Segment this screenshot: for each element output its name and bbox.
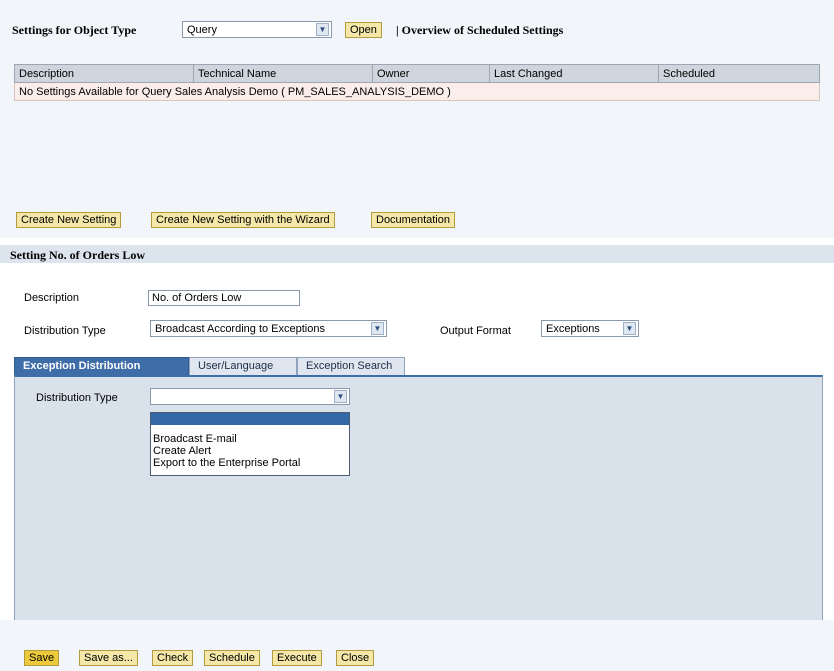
output-format-select[interactable]: Exceptions ▼ xyxy=(541,320,639,337)
list-item[interactable] xyxy=(151,413,349,425)
table-header-row: Description Technical Name Owner Last Ch… xyxy=(14,64,820,83)
open-button[interactable]: Open xyxy=(345,22,382,38)
setting-section-header: Setting No. of Orders Low xyxy=(0,245,834,263)
chevron-down-icon[interactable]: ▼ xyxy=(623,322,636,335)
distribution-type-select[interactable]: Broadcast According to Exceptions ▼ xyxy=(150,320,387,337)
output-format-value: Exceptions xyxy=(546,323,600,335)
distribution-type-value: Broadcast According to Exceptions xyxy=(155,323,325,335)
list-item[interactable]: Create Alert xyxy=(151,445,349,457)
execute-button[interactable]: Execute xyxy=(272,650,322,666)
settings-table: Description Technical Name Owner Last Ch… xyxy=(14,64,820,101)
panel-distribution-type-select[interactable]: ▼ xyxy=(150,388,350,405)
tab-exception-distribution[interactable]: Exception Distribution xyxy=(14,357,189,375)
create-new-setting-button[interactable]: Create New Setting xyxy=(16,212,122,228)
panel-distribution-type-label: Distribution Type xyxy=(36,392,118,404)
column-header-technical-name[interactable]: Technical Name xyxy=(193,64,373,83)
close-button[interactable]: Close xyxy=(336,650,375,666)
list-item-spacer xyxy=(151,425,349,433)
table-row: No Settings Available for Query Sales An… xyxy=(14,82,820,101)
tab-user-language[interactable]: User/Language xyxy=(189,357,297,375)
chevron-down-icon[interactable]: ▼ xyxy=(316,23,329,36)
tab-exception-search[interactable]: Exception Search xyxy=(297,357,405,375)
column-header-scheduled[interactable]: Scheduled xyxy=(658,64,820,83)
check-button[interactable]: Check xyxy=(152,650,194,666)
exception-distribution-panel xyxy=(14,375,823,621)
output-format-label: Output Format xyxy=(440,325,511,337)
column-header-last-changed[interactable]: Last Changed xyxy=(489,64,659,83)
object-type-select[interactable]: Query ▼ xyxy=(182,21,332,38)
chevron-down-icon[interactable]: ▼ xyxy=(334,390,347,403)
overview-scheduled-link[interactable]: | Overview of Scheduled Settings xyxy=(396,23,563,38)
schedule-button[interactable]: Schedule xyxy=(204,650,260,666)
empty-message: No Settings Available for Query Sales An… xyxy=(14,82,820,101)
chevron-down-icon[interactable]: ▼ xyxy=(371,322,384,335)
create-setting-wizard-button[interactable]: Create New Setting with the Wizard xyxy=(151,212,335,228)
description-input[interactable]: No. of Orders Low xyxy=(148,290,300,306)
object-type-value: Query xyxy=(187,24,217,36)
documentation-button[interactable]: Documentation xyxy=(371,212,455,228)
distribution-type-dropdown-list: Broadcast E-mail Create Alert Export to … xyxy=(150,412,350,476)
list-item[interactable]: Export to the Enterprise Portal xyxy=(151,457,349,469)
object-type-label: Settings for Object Type xyxy=(12,23,137,37)
column-header-description[interactable]: Description xyxy=(14,64,194,83)
section-title: Setting No. of Orders Low xyxy=(10,248,145,262)
save-as-button[interactable]: Save as... xyxy=(79,650,138,666)
description-label: Description xyxy=(24,292,80,304)
save-button[interactable]: Save xyxy=(24,650,60,666)
list-item[interactable]: Broadcast E-mail xyxy=(151,433,349,445)
column-header-owner[interactable]: Owner xyxy=(372,64,490,83)
distribution-type-label: Distribution Type xyxy=(24,325,106,337)
